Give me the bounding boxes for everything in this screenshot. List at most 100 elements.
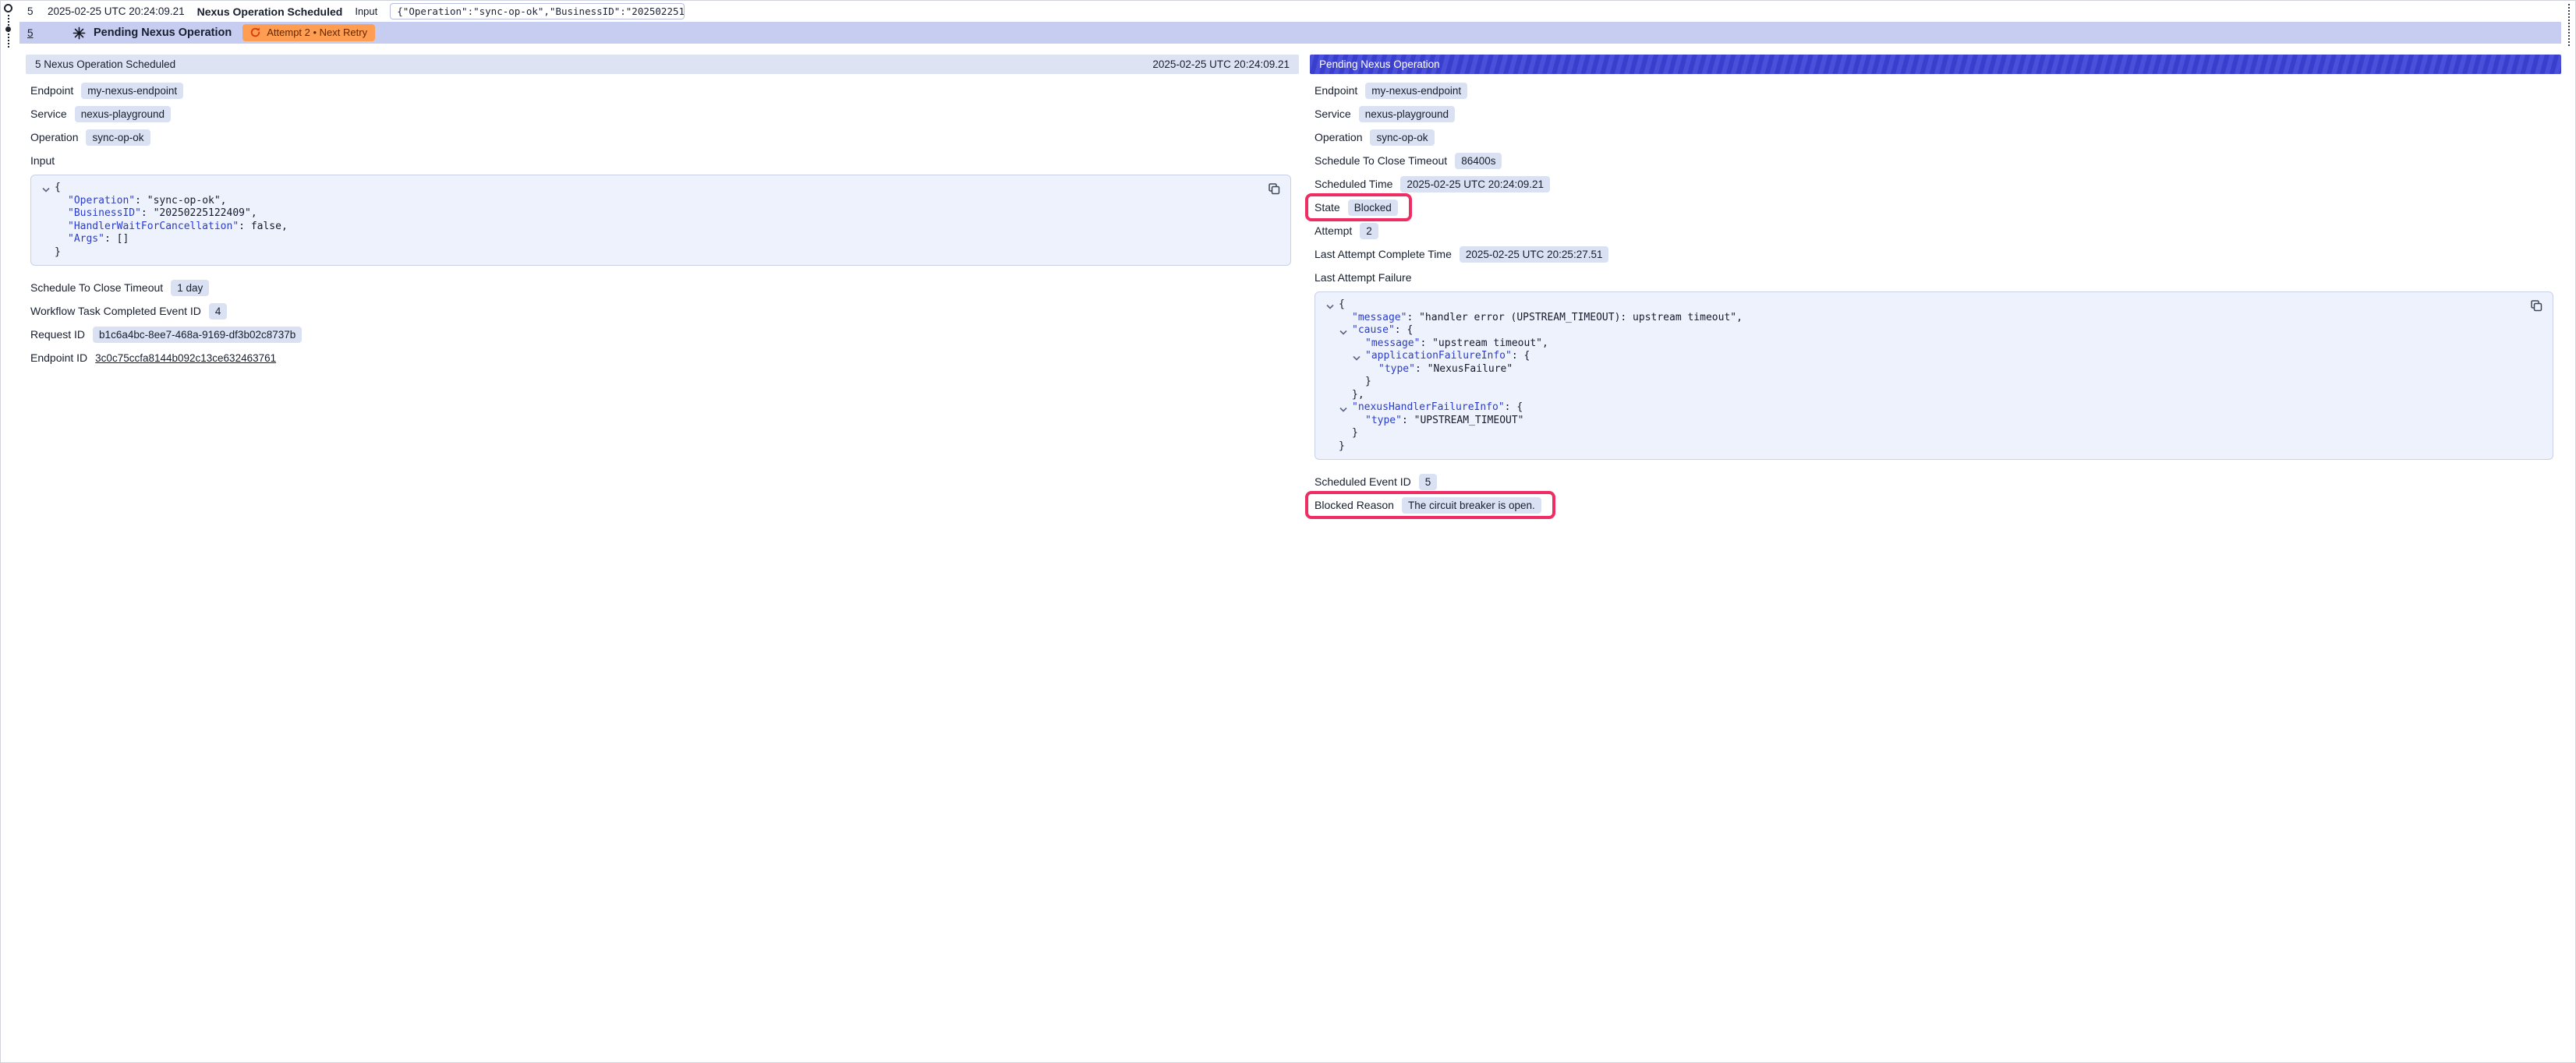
field-label-schedule-to-close-timeout: Schedule To Close Timeout: [30, 281, 163, 294]
json-line: },: [1315, 389, 2518, 402]
field-row-schedule-to-close-timeout: Schedule To Close Timeout 86400s: [1315, 149, 2561, 172]
field-row-service: Servicenexus-playground: [30, 102, 1299, 125]
field-value-endpoint: my-nexus-endpoint: [1365, 83, 1467, 99]
copy-button[interactable]: [2529, 298, 2543, 313]
chevron-down-icon[interactable]: [1326, 301, 1334, 309]
field-label-service: Service: [30, 108, 67, 120]
field-row-workflow-task-completed-event-id: Workflow Task Completed Event ID 4: [30, 299, 1299, 323]
field-label-attempt: Attempt: [1315, 224, 1352, 237]
field-value-operation: sync-op-ok: [1370, 129, 1434, 146]
field-label-endpoint-id: Endpoint ID: [30, 351, 87, 364]
field-label-schedule-to-close-timeout: Schedule To Close Timeout: [1315, 154, 1447, 167]
copy-button[interactable]: [1267, 182, 1281, 196]
field-value-attempt: 2: [1360, 223, 1378, 239]
json-line: }: [1315, 440, 2518, 454]
field-label-state: State: [1315, 201, 1340, 214]
pending-operation-panel-header: Pending Nexus Operation: [1310, 55, 2561, 74]
field-label-operation: Operation: [30, 131, 78, 143]
json-line: }: [31, 246, 1256, 260]
timeline-start-icon: [4, 4, 12, 12]
field-row-request-id: Request IDb1c6a4bc-8ee7-468a-9169-df3b02…: [30, 323, 1299, 346]
field-value-blocked-reason: The circuit breaker is open.: [1402, 497, 1541, 514]
chevron-down-icon[interactable]: [1339, 327, 1347, 334]
json-line: "nexusHandlerFailureInfo": {: [1315, 401, 2518, 415]
json-line: {: [1315, 298, 2518, 312]
field-label-last-attempt-complete-time: Last Attempt Complete Time: [1315, 248, 1452, 260]
field-label-workflow-task-completed-event-id: Workflow Task Completed Event ID: [30, 305, 201, 317]
json-line: "type": "UPSTREAM_TIMEOUT": [1315, 415, 2518, 428]
retry-attempt-label: Attempt 2 • Next Retry: [267, 26, 367, 38]
field-row-endpoint: Endpoint my-nexus-endpoint: [30, 79, 1299, 102]
json-line: "applicationFailureInfo": {: [1315, 350, 2518, 363]
scheduled-event-panel-body: Endpoint my-nexus-endpoint Servicenexus-pl…: [26, 74, 1299, 369]
field-row-scheduled-time: Scheduled Time 2025-02-25 UTC 20:24:09.21: [1315, 172, 2561, 196]
field-row-service: Service nexus-playground: [1315, 102, 2561, 125]
chevron-down-icon[interactable]: [1339, 404, 1347, 411]
chevron-down-icon[interactable]: [42, 184, 50, 192]
field-row-state: State Blocked: [1315, 196, 2561, 219]
field-label-scheduled-time: Scheduled Time: [1315, 178, 1392, 190]
failure-section-label: Last Attempt Failure: [1315, 266, 2561, 289]
json-line: "Args": []: [31, 233, 1256, 246]
input-json-viewer: {"Operation": "sync-op-ok","BusinessID":…: [30, 175, 1291, 266]
annotation-highlight-blocked-reason: Blocked Reason The circuit breaker is ope…: [1305, 491, 1555, 519]
json-line: "BusinessID": "20250225122409",: [31, 207, 1256, 221]
scheduled-event-panel-header: 5 Nexus Operation Scheduled 2025-02-25 U…: [26, 55, 1299, 74]
event-timestamp: 2025-02-25 UTC 20:24:09.21: [48, 5, 185, 17]
pending-operation-row[interactable]: 5 Pending Nexus Operation Attempt 2 • Ne…: [19, 22, 2561, 44]
field-row-endpoint-id: Endpoint ID 3c0c75ccfa8144b092c13ce632463…: [30, 346, 1299, 369]
event-id[interactable]: 5: [27, 5, 35, 17]
field-value-workflow-task-completed-event-id: 4: [209, 303, 228, 320]
field-row-operation: Operation sync-op-ok: [1315, 125, 2561, 149]
pending-event-id[interactable]: 5: [27, 27, 35, 39]
pending-panel-title: Pending Nexus Operation: [1319, 58, 1440, 70]
json-line: }: [1315, 376, 2518, 389]
input-preview-box[interactable]: {"Operation":"sync-op-ok","BusinessID":"…: [390, 3, 685, 19]
field-label-request-id: Request ID: [30, 328, 85, 341]
scheduled-panel-timestamp: 2025-02-25 UTC 20:24:09.21: [1152, 58, 1290, 70]
field-value-endpoint: my-nexus-endpoint: [81, 83, 183, 99]
copy-icon: [1267, 182, 1281, 196]
chevron-down-icon[interactable]: [1353, 352, 1361, 360]
field-value-schedule-to-close-timeout: 86400s: [1455, 153, 1502, 169]
pending-operation-panel-body: Endpoint my-nexus-endpoint Service nexus-pl…: [1310, 74, 2561, 517]
copy-icon: [2529, 298, 2543, 313]
pending-operation-panel: Pending Nexus Operation Endpoint my-nexus…: [1310, 55, 2561, 517]
scrollbar-dots[interactable]: [2568, 4, 2570, 46]
field-value-service: nexus-playground: [1359, 106, 1455, 122]
field-label-operation: Operation: [1315, 131, 1362, 143]
field-row-scheduled-event-id: Scheduled Event ID5: [1315, 470, 2561, 493]
json-line: "HandlerWaitForCancellation": false,: [31, 221, 1256, 234]
json-line: "type": "NexusFailure": [1315, 363, 2518, 376]
field-value-scheduled-time: 2025-02-25 UTC 20:24:09.21: [1400, 176, 1550, 192]
json-line: }: [1315, 427, 2518, 440]
timeline-event-dot-icon: [5, 26, 11, 32]
json-line: {: [31, 182, 1256, 195]
field-value-state: Blocked: [1348, 200, 1398, 216]
asterisk-pending-icon: [73, 26, 86, 40]
pending-operation-title: Pending Nexus Operation: [94, 26, 232, 39]
field-label-blocked-reason: Blocked Reason: [1315, 499, 1394, 511]
field-row-attempt: Attempt 2: [1315, 219, 2561, 242]
field-label-endpoint: Endpoint: [1315, 84, 1357, 97]
field-value-last-attempt-complete-time: 2025-02-25 UTC 20:25:27.51: [1460, 246, 1609, 263]
retry-attempt-badge[interactable]: Attempt 2 • Next Retry: [242, 24, 375, 41]
json-line: "Operation": "sync-op-ok",: [31, 195, 1256, 208]
json-line: "message": "upstream timeout",: [1315, 337, 2518, 351]
field-row-blocked-reason: Blocked Reason The circuit breaker is ope…: [1315, 493, 2561, 517]
timeline-rail: [1, 1, 19, 94]
workflow-event-history-page: 5 2025-02-25 UTC 20:24:09.21 Nexus Opera…: [0, 0, 2576, 1063]
field-row-last-attempt-complete-time: Last Attempt Complete Time 2025-02-25 UTC…: [1315, 242, 2561, 266]
scheduled-event-panel: 5 Nexus Operation Scheduled 2025-02-25 U…: [26, 55, 1299, 369]
field-row-operation: Operation sync-op-ok: [30, 125, 1299, 149]
field-row-endpoint: Endpoint my-nexus-endpoint: [1315, 79, 2561, 102]
field-label-service: Service: [1315, 108, 1351, 120]
field-row-schedule-to-close-timeout: Schedule To Close Timeout1 day: [30, 276, 1299, 299]
field-label-endpoint: Endpoint: [30, 84, 73, 97]
event-summary-row[interactable]: 5 2025-02-25 UTC 20:24:09.21 Nexus Opera…: [19, 1, 2575, 22]
json-line: "cause": {: [1315, 324, 2518, 337]
event-title: Nexus Operation Scheduled: [197, 5, 343, 18]
scheduled-panel-title: 5 Nexus Operation Scheduled: [35, 58, 175, 70]
field-value-operation: sync-op-ok: [86, 129, 150, 146]
field-value-endpoint-id[interactable]: 3c0c75ccfa8144b092c13ce632463761: [95, 352, 276, 364]
